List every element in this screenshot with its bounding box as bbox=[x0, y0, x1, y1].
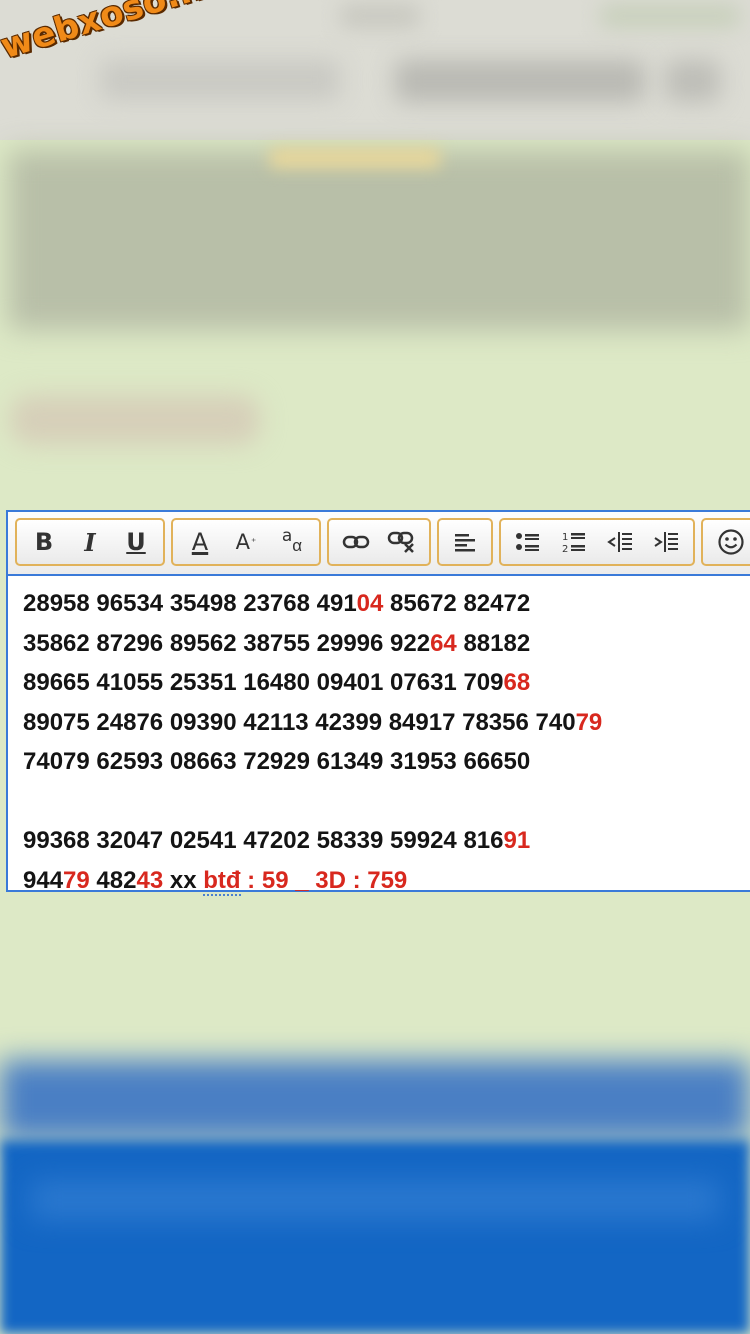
content-line: 89075 24876 09390 42113 42399 84917 7835… bbox=[23, 703, 750, 743]
rich-text-editor: B I U A A ⁺ aα 1 2 28958 96534 35498 237… bbox=[6, 510, 750, 896]
blurred-post-preview bbox=[8, 150, 750, 330]
number-text: xx bbox=[163, 866, 204, 894]
blurred-footer-bar bbox=[0, 1060, 750, 1140]
number-text: 944 bbox=[23, 866, 64, 894]
remove-link-button[interactable] bbox=[382, 522, 422, 562]
toolbar-group-align bbox=[437, 518, 493, 566]
emoji-button[interactable] bbox=[711, 522, 750, 562]
number-text: 85672 82472 bbox=[383, 590, 531, 617]
indent-button[interactable] bbox=[646, 522, 686, 562]
bullet-list-icon bbox=[516, 533, 539, 551]
blurred-bottom-nav bbox=[0, 1140, 750, 1334]
number-text: 74079 62593 08663 72929 61349 31953 6665… bbox=[23, 748, 531, 775]
content-line bbox=[23, 782, 750, 822]
font-size-button[interactable]: A ⁺ bbox=[226, 522, 266, 562]
align-left-button[interactable] bbox=[445, 522, 485, 562]
outdent-icon bbox=[607, 532, 632, 552]
numbered-list-button[interactable]: 1 2 bbox=[554, 522, 594, 562]
font-case-icon: a bbox=[281, 526, 293, 546]
svg-text:1: 1 bbox=[562, 532, 568, 543]
numbered-list-icon: 1 2 bbox=[562, 532, 585, 554]
italic-icon: I bbox=[84, 527, 96, 557]
highlighted-number: btđ bbox=[203, 866, 241, 896]
content-line: 89665 41055 25351 16480 09401 07631 7096… bbox=[23, 663, 750, 703]
content-line: 74079 62593 08663 72929 61349 31953 6665… bbox=[23, 742, 750, 782]
number-text: 89665 41055 25351 16480 09401 07631 709 bbox=[23, 669, 504, 696]
bold-button[interactable]: B bbox=[24, 522, 64, 562]
number-text: 482 bbox=[89, 866, 137, 894]
indent-icon bbox=[654, 532, 678, 552]
highlighted-number: 79 bbox=[63, 866, 90, 894]
link-icon bbox=[342, 535, 370, 549]
underline-icon: U bbox=[126, 528, 146, 556]
blurred-post-accent bbox=[270, 148, 440, 168]
unlink-icon bbox=[387, 531, 414, 553]
highlighted-number: 91 bbox=[503, 827, 531, 854]
highlighted-number: 43 bbox=[136, 866, 164, 894]
content-line: 35862 87296 89562 38755 29996 92264 8818… bbox=[23, 624, 750, 664]
outdent-button[interactable] bbox=[600, 522, 640, 562]
editor-content[interactable]: 28958 96534 35498 23768 49104 85672 8247… bbox=[23, 584, 750, 900]
font-color-button[interactable]: A bbox=[180, 522, 220, 562]
toolbar-group-list: 1 2 bbox=[499, 518, 695, 566]
editor-toolbar: B I U A A ⁺ aα 1 2 bbox=[8, 512, 750, 576]
blurred-username bbox=[10, 395, 260, 445]
toolbar-group-link bbox=[327, 518, 431, 566]
number-text: 88182 bbox=[456, 629, 531, 657]
highlighted-number: 64 bbox=[430, 629, 457, 657]
number-text: 89075 24876 09390 42113 42399 84917 7835… bbox=[23, 708, 576, 736]
blurred-bottom-nav-strip bbox=[30, 1180, 720, 1220]
bold-icon: B bbox=[34, 528, 54, 556]
number-text: 35862 87296 89562 38755 29996 922 bbox=[23, 629, 431, 657]
highlighted-number: 79 bbox=[575, 708, 603, 736]
align-left-icon bbox=[455, 534, 475, 552]
number-text: 28958 96534 35498 23768 491 bbox=[23, 590, 357, 617]
toolbar-group-font: A A ⁺ aα bbox=[171, 518, 321, 566]
font-size-icon: A bbox=[235, 530, 251, 554]
highlighted-number: 68 bbox=[503, 669, 531, 696]
font-color-icon: A bbox=[191, 528, 209, 556]
highlighted-number: : 59 _ 3D : 759 bbox=[240, 866, 408, 894]
toolbar-group-text-style: B I U bbox=[15, 518, 165, 566]
font-size-arrows-icon: ⁺ bbox=[251, 536, 257, 548]
number-text: 99368 32047 02541 47202 58339 59924 816 bbox=[23, 827, 504, 854]
highlighted-number: 04 bbox=[356, 590, 384, 617]
content-line: 99368 32047 02541 47202 58339 59924 8169… bbox=[23, 821, 750, 861]
content-line: 28958 96534 35498 23768 49104 85672 8247… bbox=[23, 584, 750, 624]
bullet-list-button[interactable] bbox=[508, 522, 548, 562]
toolbar-group-emoji bbox=[701, 518, 750, 566]
content-line: 94479 48243 xx btđ : 59 _ 3D : 759 bbox=[23, 861, 750, 901]
italic-button[interactable]: I bbox=[70, 522, 110, 562]
underline-button[interactable]: U bbox=[116, 522, 156, 562]
font-case-alpha-icon: α bbox=[292, 536, 303, 555]
svg-text:2: 2 bbox=[562, 544, 568, 554]
font-case-button[interactable]: aα bbox=[272, 522, 312, 562]
smiley-icon bbox=[718, 529, 744, 555]
insert-link-button[interactable] bbox=[336, 522, 376, 562]
